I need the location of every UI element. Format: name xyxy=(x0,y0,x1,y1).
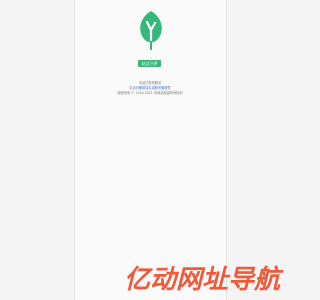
copyright-text: 版权所有 © 2016-2021 本网站保留所有权利 xyxy=(117,91,183,95)
watermark-text: 亿动网址导航 xyxy=(124,265,284,295)
page: 站点已停 本站已暂停服务 请访问备用域名或联系管理员 版权所有 © 2016-2… xyxy=(0,0,300,300)
tree-leaf-icon xyxy=(137,10,165,50)
status-link[interactable]: 请访问备用域名或联系管理员 xyxy=(90,86,210,90)
watermark-logo: 亿动网址导航 xyxy=(116,258,296,298)
status-button[interactable]: 站点已停 xyxy=(138,60,161,67)
status-message: 本站已暂停服务 xyxy=(138,81,162,85)
